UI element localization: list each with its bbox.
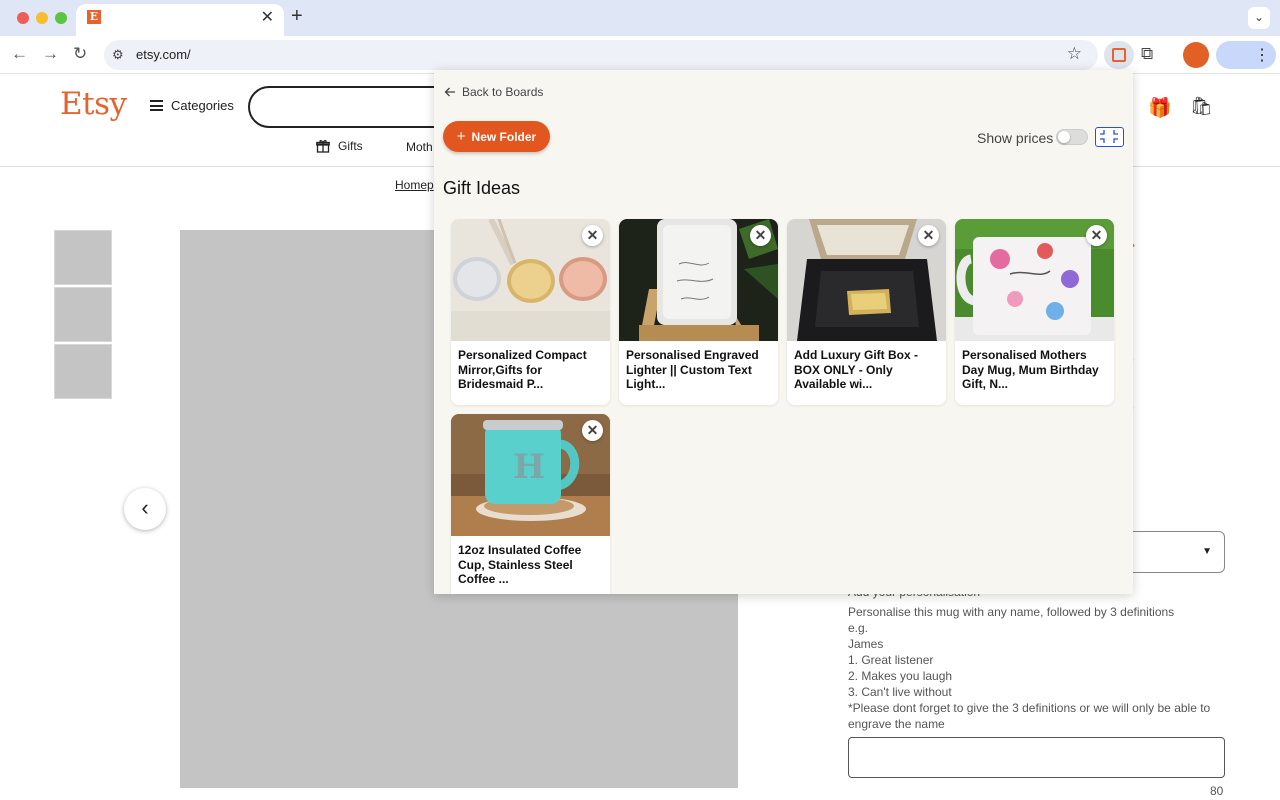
item-title: 12oz Insulated Coffee Cup, Stainless Ste…	[458, 543, 582, 586]
gift-small-icon	[316, 140, 330, 153]
board-item-card[interactable]: ✕ Personalised Engraved Lighter || Custo…	[619, 219, 778, 405]
item-title: Personalised Engraved Lighter || Custom …	[626, 348, 759, 391]
item-title: Personalised Mothers Day Mug, Mum Birthd…	[962, 348, 1099, 391]
thumbnail-image[interactable]	[54, 344, 112, 399]
minimize-window-button[interactable]	[36, 12, 48, 24]
remove-item-button[interactable]: ✕	[1086, 225, 1107, 246]
tab-close-icon[interactable]: ✕	[261, 10, 274, 26]
remove-item-button[interactable]: ✕	[582, 420, 603, 441]
etsy-favicon-icon: E	[87, 10, 101, 24]
toggle-knob	[1058, 131, 1070, 143]
site-settings-icon[interactable]: ⚙	[112, 47, 124, 63]
chevron-down-icon: ▼	[1202, 546, 1212, 557]
show-prices-label: Show prices	[977, 130, 1054, 146]
plus-icon: +	[456, 128, 466, 145]
tab-search-button[interactable]: ⌄	[1248, 7, 1270, 29]
menu-dots-icon: ⋮	[1254, 47, 1270, 64]
gift-icon[interactable]: 🎁	[1148, 96, 1172, 120]
show-prices-toggle[interactable]	[1056, 129, 1088, 145]
thumbnail-image[interactable]	[54, 287, 112, 342]
instruction-line: e.g.	[848, 621, 869, 635]
thumbnail-image[interactable]	[54, 230, 112, 285]
instruction-line: James	[848, 637, 884, 651]
boards-panel: Back to Boards + New Folder Show prices …	[434, 70, 1133, 594]
board-title: Gift Ideas	[443, 178, 521, 198]
instruction-line: 3. Can't live without	[848, 685, 952, 699]
hamburger-icon	[150, 100, 163, 111]
breadcrumb-home[interactable]: Homep	[395, 178, 434, 192]
address-bar[interactable]: ⚙ etsy.com/ ☆	[104, 40, 1098, 70]
personalisation-textarea[interactable]	[848, 737, 1225, 778]
instruction-line: Personalise this mug with any name, foll…	[848, 605, 1175, 619]
reload-button[interactable]: ↻	[73, 44, 87, 64]
subnav-mothers-day[interactable]: Moth	[406, 140, 433, 154]
profile-avatar[interactable]	[1183, 42, 1209, 68]
arrow-left-icon	[444, 87, 455, 97]
svg-text:H: H	[513, 447, 545, 487]
remove-item-button[interactable]: ✕	[918, 225, 939, 246]
bookmark-star-icon[interactable]: ☆	[1067, 44, 1082, 64]
back-to-boards-label: Back to Boards	[462, 85, 544, 99]
remove-item-button[interactable]: ✕	[582, 225, 603, 246]
categories-button[interactable]: Categories	[150, 98, 234, 113]
board-item-card[interactable]: ✕ Personalized Compact Mirror,Gifts for …	[451, 219, 610, 405]
board-item-card[interactable]: H ✕ 12oz Insulated Coffee Cup, Stainless…	[451, 414, 610, 594]
collapse-button[interactable]	[1095, 127, 1124, 147]
subnav-gifts-label: Gifts	[338, 139, 363, 153]
collapse-icon	[1100, 130, 1118, 143]
forward-button[interactable]: →	[42, 44, 59, 64]
browser-toolbar: ← → ↻ ⚙ etsy.com/ ☆	[0, 36, 1280, 74]
extensions-puzzle-icon[interactable]: ⧉	[1141, 44, 1153, 64]
browser-tab-etsy[interactable]: E ✕	[76, 4, 284, 36]
maximize-window-button[interactable]	[55, 12, 67, 24]
subnav-gifts[interactable]: Gifts	[316, 139, 363, 153]
url-text[interactable]: etsy.com/	[136, 47, 191, 62]
new-folder-button[interactable]: + New Folder	[443, 121, 550, 152]
personalisation-instructions: Personalise this mug with any name, foll…	[848, 604, 1228, 732]
item-title: Add Luxury Gift Box - BOX ONLY - Only Av…	[794, 348, 918, 391]
item-title: Personalized Compact Mirror,Gifts for Br…	[458, 348, 587, 391]
previous-image-button[interactable]: ‹	[124, 488, 166, 530]
back-button[interactable]: ←	[11, 44, 28, 64]
instruction-line: 2. Makes you laugh	[848, 669, 953, 683]
new-folder-label: New Folder	[471, 129, 537, 144]
instruction-line: 1. Great listener	[848, 653, 934, 667]
browser-titlebar: E ✕ + ⌄	[0, 0, 1280, 36]
instruction-line: *Please dont forget to give the 3 defini…	[848, 701, 1211, 731]
boards-extension-icon	[1112, 48, 1126, 62]
remove-item-button[interactable]: ✕	[750, 225, 771, 246]
chrome-menu-button[interactable]: ⋮	[1216, 41, 1276, 69]
close-window-button[interactable]	[17, 12, 29, 24]
basket-icon[interactable]: 🛍	[1190, 96, 1213, 117]
boards-extension-button[interactable]	[1104, 41, 1134, 69]
categories-label: Categories	[171, 98, 234, 113]
character-count: 80	[1210, 784, 1224, 798]
etsy-logo[interactable]: Etsy	[60, 86, 127, 122]
back-to-boards-link[interactable]: Back to Boards	[444, 85, 543, 99]
board-item-card[interactable]: ✕ Add Luxury Gift Box - BOX ONLY - Only …	[787, 219, 946, 405]
new-tab-button[interactable]: +	[291, 6, 303, 26]
board-item-card[interactable]: ✕ Personalised Mothers Day Mug, Mum Birt…	[955, 219, 1114, 405]
